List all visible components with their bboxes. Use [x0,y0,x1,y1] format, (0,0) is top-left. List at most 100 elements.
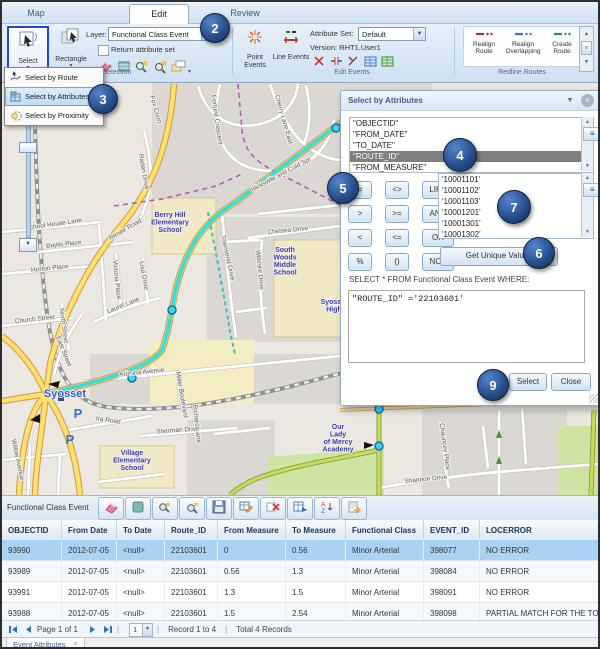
map-label: Syosset [44,388,87,400]
column-header[interactable]: From Measure [218,520,286,540]
column-header[interactable]: To Date [117,520,165,540]
scroll-thumb[interactable]: ≡ [583,183,600,197]
realign-overlapping-button[interactable]: Realign Overlapping [504,29,542,56]
split-event-icon[interactable] [312,54,329,70]
column-header[interactable]: Route_ID [165,520,218,540]
return-attribute-set-checkbox[interactable] [98,45,109,56]
page-combobox-arrow-icon[interactable]: ▼ [142,624,152,636]
dialog-close-icon[interactable]: × [581,94,594,107]
tab-edit[interactable]: Edit [129,4,189,24]
next-page-button[interactable] [89,625,97,634]
dialog-resize-grip[interactable] [589,394,598,403]
export-button[interactable] [341,497,367,520]
table-cell: 22103601 [165,540,218,560]
table-cell: NO ERROR [480,582,600,602]
field-list-item[interactable]: "OBJECTID" [350,118,593,129]
ribbon-scroll-thumb[interactable]: ≡ [581,41,592,55]
ribbon-scroll-down-icon[interactable]: ▼ [580,55,593,69]
ribbon-scroll-up-icon[interactable]: ▲ [580,27,593,41]
tab-close-icon[interactable]: × [74,639,78,649]
selection-tools-carat[interactable]: ▾ [188,68,191,75]
table-cell: Minor Arterial [346,561,424,581]
table-pagination: Page 1 of 1 | 1 ▼ | Record 1 to 4 | Tota… [2,620,600,638]
delete-icon [265,500,281,514]
scroll-down-icon[interactable]: ▼ [582,227,593,237]
sort-button[interactable]: AZ [314,497,340,520]
dialog-select-button[interactable]: Select [509,373,547,391]
event-grid-green-icon[interactable] [380,54,397,70]
operator-button[interactable]: () [385,253,409,271]
clear-selection-button[interactable] [98,497,124,520]
table-cell: 1.5 [286,582,346,602]
event-attributes-tab[interactable]: Event Attributes × [6,638,85,649]
zoom-slider-handle[interactable] [19,142,37,153]
column-header[interactable]: OBJECTID [2,520,62,540]
create-route-button[interactable]: Create Route [543,29,581,56]
operator-button[interactable]: >= [385,205,409,223]
pager-separator: | [157,625,159,634]
scroll-up-icon[interactable]: ▲ [582,117,593,127]
tab-map[interactable]: Map [8,4,64,23]
table-cell: 2012-07-05 [62,540,117,560]
point-events-button[interactable]: Point Events [236,26,274,76]
operator-button[interactable]: > [348,205,372,223]
pan-to-selected-button[interactable] [179,497,205,520]
layer-combobox-value: Functional Class Event [112,30,189,39]
table-body: 939902012-07-05<null>2210360100.56Minor … [2,540,600,624]
operator-button[interactable]: < [348,229,372,247]
column-header[interactable]: LOCERROR [480,520,600,540]
attribute-set-arrow-icon[interactable]: ▼ [413,28,425,40]
previous-page-button[interactable] [24,625,32,634]
merge-event-icon[interactable] [329,54,346,70]
application-window: Map Edit Review Select ▾ Rectangle ▾ Lay… [0,0,600,649]
table-row[interactable]: 939912012-07-05<null>221036011.31.5Minor… [2,582,600,603]
record-range-label: Record 1 to 4 [168,625,216,634]
dialog-close-button[interactable]: Close [551,373,591,391]
delete-record-button[interactable] [260,497,286,520]
scroll-down-icon[interactable]: ▼ [582,161,593,171]
zoom-out-button[interactable]: ▼ [19,238,37,252]
ribbon-scrollbar[interactable]: ▲ ≡ ▼ [579,26,594,72]
layers-icon[interactable] [170,58,187,74]
table-title: Functional Class Event [7,496,89,520]
value-list-scrollbar[interactable]: ▲ ≡ ▼ [581,173,593,237]
where-clause-label: SELECT * FROM Functional Class Event WHE… [349,275,529,284]
related-tables-button[interactable] [287,497,313,520]
layer-combobox[interactable]: Functional Class Event ▼ [108,27,214,41]
column-header[interactable]: To Measure [286,520,346,540]
realign-route-label: Realign Route [465,41,503,56]
column-header[interactable]: From Date [62,520,117,540]
field-list-scrollbar[interactable]: ▲ ≡ ▼ [581,117,593,171]
page-number-combobox[interactable]: 1 ▼ [129,623,153,637]
operator-button[interactable]: <> [385,181,409,199]
attribute-set-combobox[interactable]: Default ▼ [358,27,426,41]
query-textarea[interactable]: "ROUTE_ID" ='22103601' [348,290,585,363]
value-list-item[interactable]: '10001101' [439,174,593,185]
highlight-selection-button[interactable] [125,497,151,520]
column-header[interactable]: EVENT_ID [424,520,480,540]
edit-attributes-button[interactable] [233,497,259,520]
table-row[interactable]: 939892012-07-05<null>221036010.561.3Mino… [2,561,600,582]
table-cell: <null> [117,540,165,560]
table-cell: 2012-07-05 [62,582,117,602]
dialog-menu-icon[interactable]: ▼ [564,91,576,110]
event-grid-blue-icon[interactable] [363,54,380,70]
column-header[interactable]: Functional Class [346,520,424,540]
value-list-item[interactable]: '10001302' [439,229,593,239]
field-list-item[interactable]: "FROM_DATE" [350,129,593,140]
save-button[interactable] [206,497,232,520]
table-row[interactable]: 939902012-07-05<null>2210360100.56Minor … [2,540,600,561]
event-attributes-tab-label: Event Attributes [13,639,66,649]
menu-item-select-by-route[interactable]: Select by Route [5,68,103,87]
operator-button[interactable]: <= [385,229,409,247]
trim-event-icon[interactable] [346,54,363,70]
scroll-up-icon[interactable]: ▲ [582,173,593,183]
zoom-to-selected-button[interactable] [152,497,178,520]
last-page-button[interactable] [103,625,113,634]
bottom-tab-bar: Event Attributes × [2,637,600,649]
realign-route-button[interactable]: Realign Route [465,29,503,56]
menu-item-select-by-proximity[interactable]: Select by Proximity [5,106,103,125]
first-page-button[interactable] [8,625,18,634]
scroll-thumb[interactable]: ≡ [583,127,600,141]
operator-button[interactable]: % [348,253,372,271]
